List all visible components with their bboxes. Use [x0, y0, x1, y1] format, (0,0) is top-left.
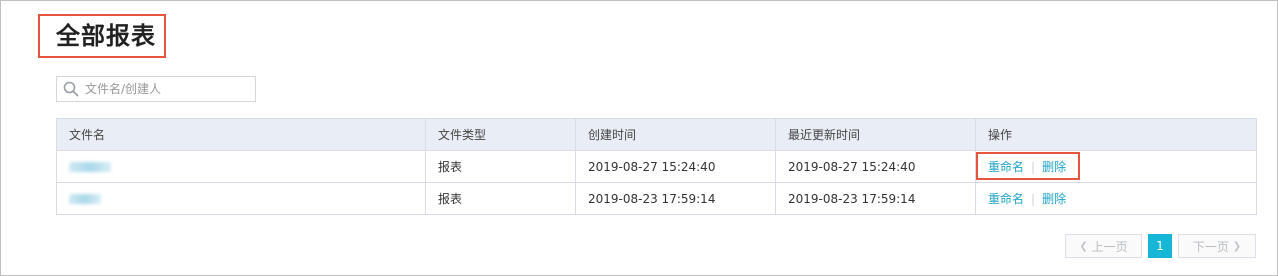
- column-header-created[interactable]: 创建时间: [575, 118, 776, 151]
- file-type-cell: 报表: [425, 182, 576, 215]
- next-page-label: 下一页: [1192, 239, 1229, 254]
- table-header-row: 文件名 文件类型 创建时间 最近更新时间 操作: [56, 118, 1257, 151]
- updated-time-cell: 2019-08-27 15:24:40: [775, 150, 976, 183]
- search-box[interactable]: [56, 76, 256, 102]
- search-icon: [63, 81, 79, 97]
- actions-cell: 重命名 | 删除: [975, 182, 1257, 215]
- files-table: 文件名 文件类型 创建时间 最近更新时间 操作 报表 2019-08-27 15…: [56, 118, 1257, 215]
- search-input[interactable]: [85, 77, 250, 101]
- next-page-button[interactable]: 下一页 ❯: [1178, 234, 1256, 258]
- created-time-cell: 2019-08-27 15:24:40: [575, 150, 776, 183]
- delete-link[interactable]: 删除: [1042, 192, 1066, 206]
- page-title: 全部报表: [56, 22, 156, 50]
- column-header-updated[interactable]: 最近更新时间: [775, 118, 976, 151]
- file-name-cell[interactable]: [56, 150, 426, 183]
- column-header-type[interactable]: 文件类型: [425, 118, 576, 151]
- chevron-right-icon: ❯: [1232, 240, 1242, 252]
- table-row: 报表 2019-08-23 17:59:14 2019-08-23 17:59:…: [56, 182, 1257, 215]
- file-name-link[interactable]: [69, 194, 101, 204]
- updated-time-cell: 2019-08-23 17:59:14: [775, 182, 976, 215]
- created-time-cell: 2019-08-23 17:59:14: [575, 182, 776, 215]
- chevron-left-icon: ❮: [1079, 240, 1088, 252]
- file-name-link[interactable]: [69, 162, 111, 172]
- action-divider: |: [1031, 192, 1036, 206]
- actions-cell: 重命名 | 删除: [975, 150, 1257, 183]
- column-header-name[interactable]: 文件名: [56, 118, 426, 151]
- prev-page-label: 上一页: [1091, 239, 1128, 254]
- file-type-cell: 报表: [425, 150, 576, 183]
- rename-link[interactable]: 重命名: [988, 160, 1024, 174]
- prev-page-button[interactable]: ❮ 上一页: [1065, 234, 1142, 258]
- action-divider: |: [1031, 160, 1036, 174]
- delete-link[interactable]: 删除: [1042, 160, 1066, 174]
- column-header-actions: 操作: [975, 118, 1257, 151]
- rename-link[interactable]: 重命名: [988, 192, 1024, 206]
- page-number-current[interactable]: 1: [1148, 234, 1172, 258]
- table-row: 报表 2019-08-27 15:24:40 2019-08-27 15:24:…: [56, 150, 1257, 183]
- file-name-cell[interactable]: [56, 182, 426, 215]
